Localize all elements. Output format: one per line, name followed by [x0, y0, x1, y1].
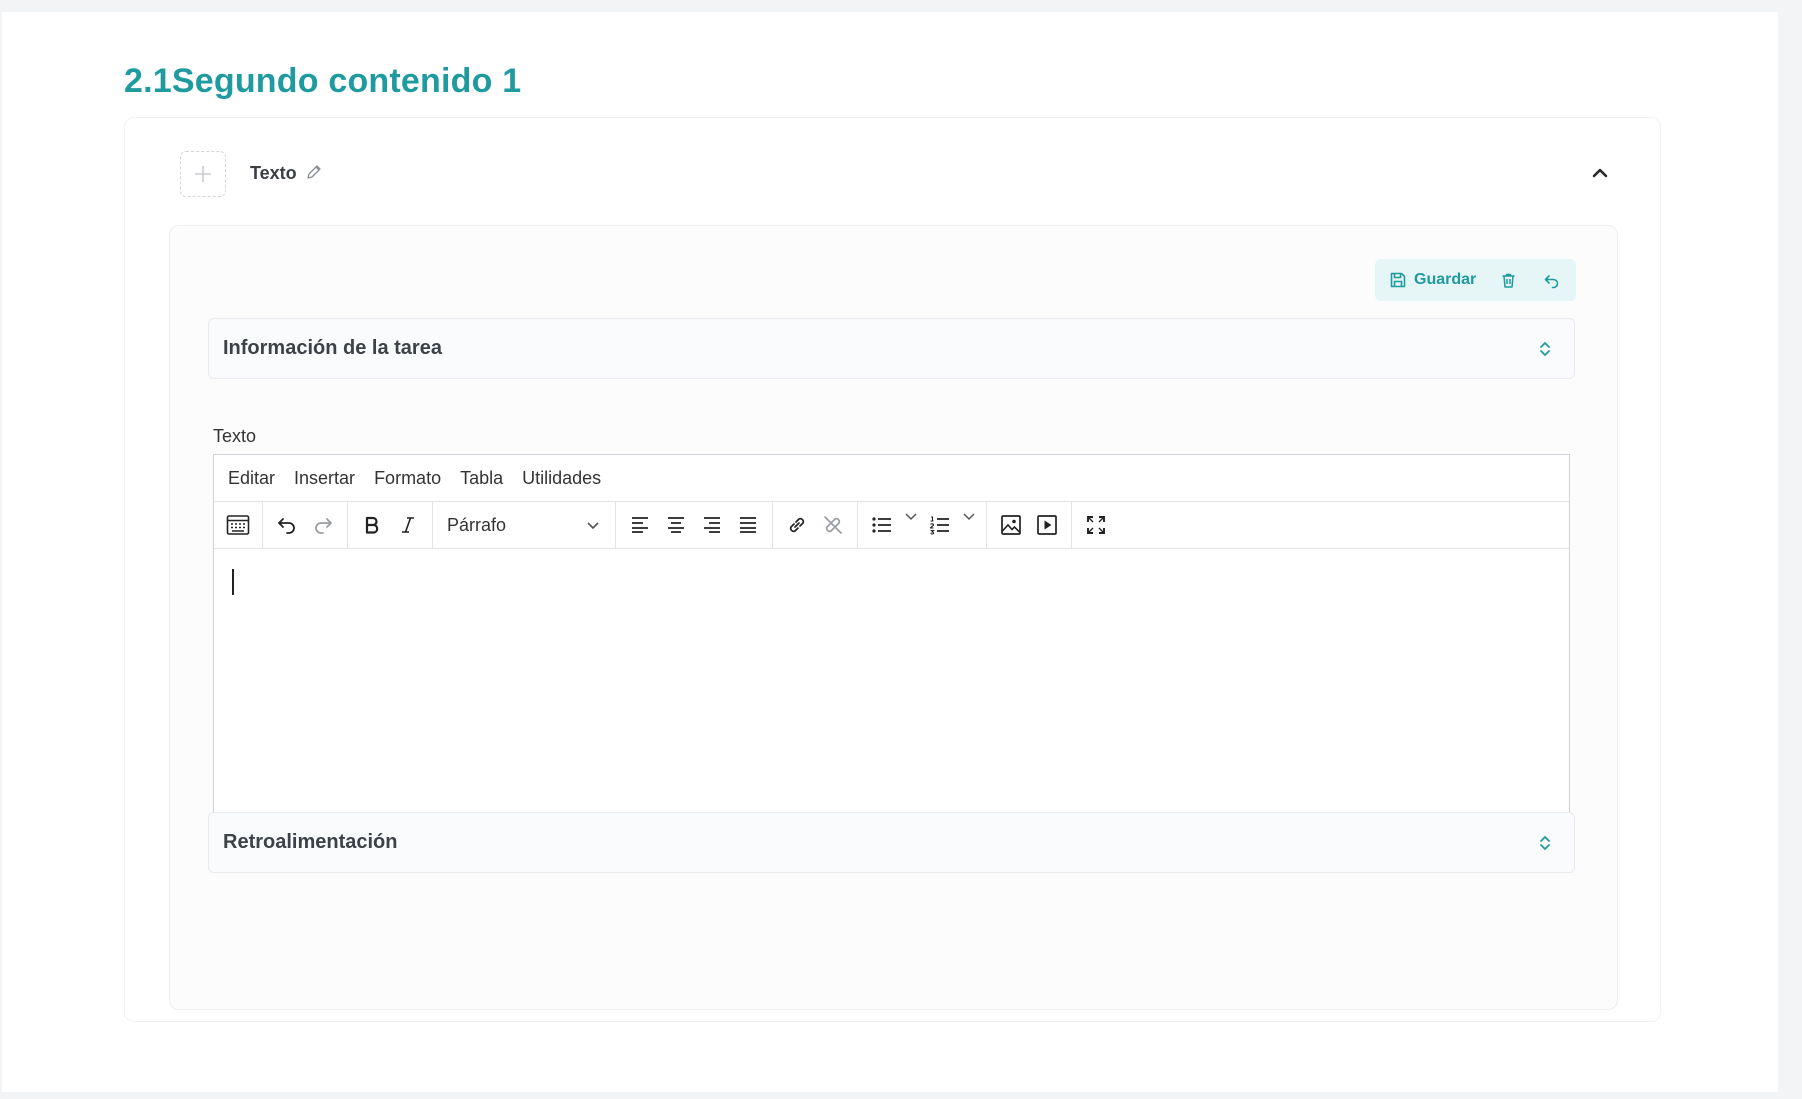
link-icon[interactable]	[779, 507, 815, 543]
toolbar-group-format: Párrafo	[433, 502, 616, 548]
text-block-editor-panel: Guardar Información de la tarea Texto Ed…	[169, 225, 1618, 1010]
menu-formato[interactable]: Formato	[374, 468, 441, 489]
delete-button[interactable]	[1500, 272, 1517, 289]
menu-tabla[interactable]: Tabla	[460, 468, 503, 489]
expand-collapse-icon[interactable]	[1538, 833, 1552, 858]
toolbar-group-keyboard	[214, 502, 263, 548]
toolbar-group-lists	[858, 502, 987, 548]
editor-menubar: Editar Insertar Formato Tabla Utilidades	[214, 455, 1569, 502]
toolbar-group-style	[348, 502, 433, 548]
action-bar: Guardar	[1375, 259, 1576, 301]
text-cursor	[232, 569, 234, 595]
task-info-title: Información de la tarea	[223, 337, 442, 359]
block-format-select[interactable]: Párrafo	[439, 507, 609, 543]
toolbar-group-history	[263, 502, 348, 548]
align-right-icon[interactable]	[694, 507, 730, 543]
pencil-icon[interactable]	[306, 164, 322, 185]
bold-icon[interactable]	[354, 507, 390, 543]
toolbar-group-media	[987, 502, 1072, 548]
bullet-list-icon[interactable]	[864, 507, 900, 543]
block-format-value: Párrafo	[447, 514, 507, 535]
image-icon[interactable]	[993, 507, 1029, 543]
editor-toolbar: Párrafo	[214, 502, 1569, 549]
feedback-section[interactable]: Retroalimentación	[208, 812, 1575, 873]
save-button-label: Guardar	[1414, 271, 1477, 288]
trash-icon	[1502, 273, 1515, 288]
save-button[interactable]: Guardar	[1389, 271, 1476, 289]
task-info-section[interactable]: Información de la tarea	[208, 318, 1575, 379]
editor-content-area[interactable]	[214, 548, 1569, 849]
feedback-title: Retroalimentación	[223, 831, 398, 853]
page: 2.1Segundo contenido 1 Texto Guardar Inf…	[2, 12, 1778, 1092]
italic-icon[interactable]	[390, 507, 426, 543]
align-center-icon[interactable]	[658, 507, 694, 543]
undo-icon[interactable]	[269, 507, 305, 543]
block-type-label: Texto	[250, 163, 297, 183]
align-justify-icon[interactable]	[730, 507, 766, 543]
content-block-card: Texto Guardar Información de la tarea Te…	[124, 117, 1661, 1022]
text-field-label: Texto	[213, 426, 257, 446]
video-icon[interactable]	[1029, 507, 1065, 543]
plus-icon	[195, 166, 211, 182]
toolbar-group-view	[1072, 502, 1120, 548]
chevron-up-icon[interactable]	[1590, 163, 1610, 188]
menu-utilidades[interactable]: Utilidades	[522, 468, 601, 489]
rich-text-editor: Editar Insertar Formato Tabla Utilidades	[213, 454, 1570, 872]
revert-button[interactable]	[1543, 272, 1560, 289]
fullscreen-icon[interactable]	[1078, 507, 1114, 543]
add-block-button[interactable]	[180, 151, 226, 197]
block-header: Texto	[180, 151, 1620, 201]
redo-icon[interactable]	[305, 507, 341, 543]
align-left-icon[interactable]	[622, 507, 658, 543]
toolbar-group-align	[616, 502, 773, 548]
keyboard-icon[interactable]	[220, 507, 256, 543]
expand-collapse-icon[interactable]	[1538, 339, 1552, 364]
menu-editar[interactable]: Editar	[228, 468, 275, 489]
bullet-list-dropdown-icon[interactable]	[900, 507, 922, 543]
menu-insertar[interactable]: Insertar	[294, 468, 355, 489]
chevron-down-icon	[587, 522, 599, 530]
undo-arrow-icon	[1544, 274, 1559, 288]
page-title: 2.1Segundo contenido 1	[124, 62, 522, 100]
numbered-list-dropdown-icon[interactable]	[958, 507, 980, 543]
floppy-disk-icon	[1390, 272, 1406, 288]
toolbar-group-link	[773, 502, 858, 548]
unlink-icon[interactable]	[815, 507, 851, 543]
numbered-list-icon[interactable]	[922, 507, 958, 543]
